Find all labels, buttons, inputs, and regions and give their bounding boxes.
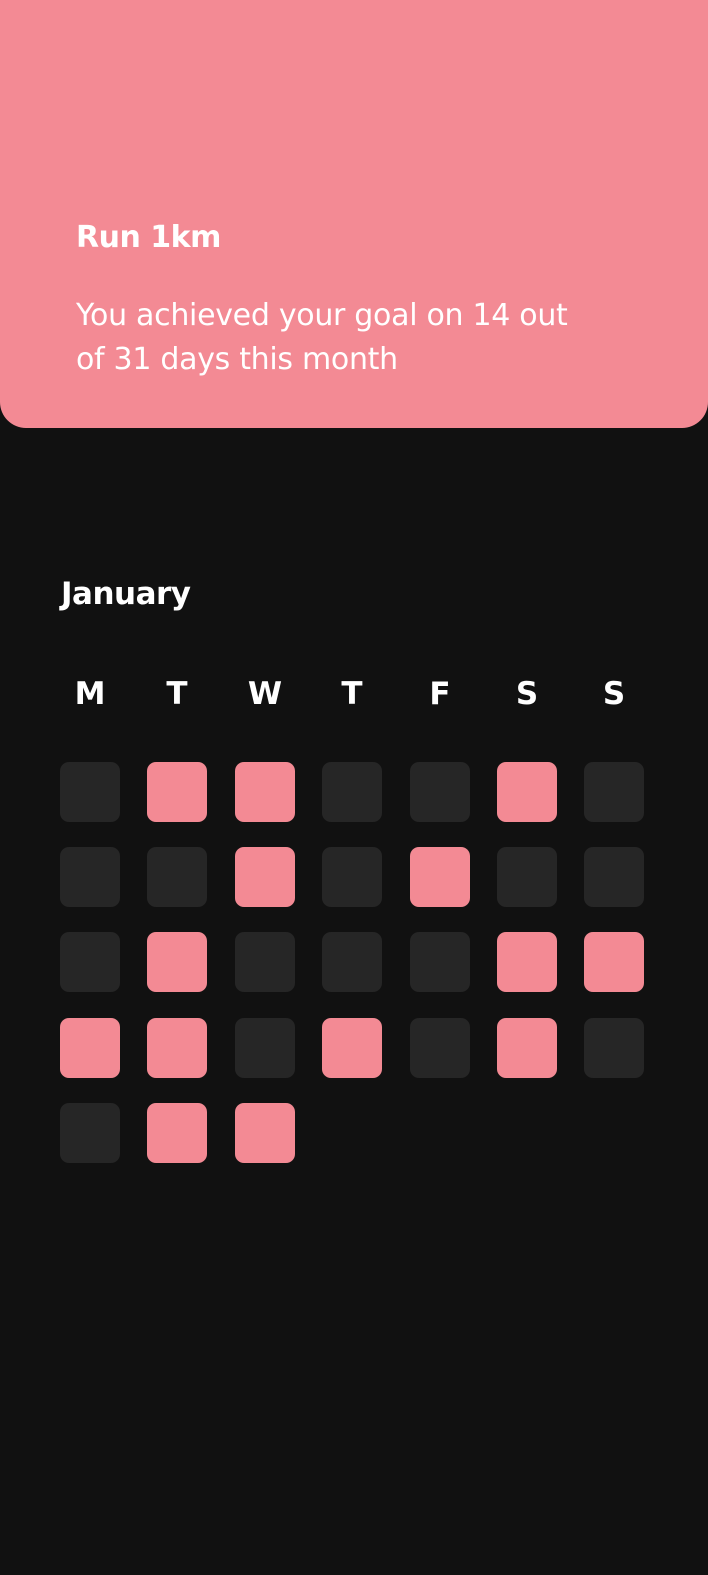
day-cell-25[interactable]: [322, 1018, 382, 1078]
weekday-thursday: T: [341, 676, 363, 712]
day-cell-9[interactable]: [147, 847, 207, 907]
day-cell-19[interactable]: [410, 932, 470, 992]
day-cell-16[interactable]: [147, 932, 207, 992]
habit-screen: Run 1km You achieved your goal on 14 out…: [0, 0, 708, 1575]
day-cell-13[interactable]: [497, 847, 557, 907]
day-cell-24[interactable]: [235, 1018, 295, 1078]
day-cell-29[interactable]: [60, 1103, 120, 1163]
day-cell-2[interactable]: [147, 762, 207, 822]
goal-title: Run 1km: [76, 220, 221, 255]
weekday-monday: M: [74, 676, 106, 712]
day-cell-1[interactable]: [60, 762, 120, 822]
day-cell-22[interactable]: [60, 1018, 120, 1078]
day-cell-21[interactable]: [584, 932, 644, 992]
day-cell-14[interactable]: [584, 847, 644, 907]
day-cell-20[interactable]: [497, 932, 557, 992]
day-cell-4[interactable]: [322, 762, 382, 822]
day-cell-27[interactable]: [497, 1018, 557, 1078]
day-cell-10[interactable]: [235, 847, 295, 907]
day-cell-18[interactable]: [322, 932, 382, 992]
day-cell-30[interactable]: [147, 1103, 207, 1163]
day-cell-3[interactable]: [235, 762, 295, 822]
weekday-wednesday: W: [247, 676, 283, 712]
day-cell-11[interactable]: [322, 847, 382, 907]
goal-card: Run 1km You achieved your goal on 14 out…: [0, 0, 708, 428]
weekday-tuesday: T: [166, 676, 188, 712]
day-cell-15[interactable]: [60, 932, 120, 992]
goal-summary: You achieved your goal on 14 out of 31 d…: [76, 298, 568, 377]
day-cell-12[interactable]: [410, 847, 470, 907]
day-cell-28[interactable]: [584, 1018, 644, 1078]
weekday-sunday: S: [602, 676, 626, 712]
day-cell-8[interactable]: [60, 847, 120, 907]
day-cell-7[interactable]: [584, 762, 644, 822]
day-cell-26[interactable]: [410, 1018, 470, 1078]
day-cell-5[interactable]: [410, 762, 470, 822]
day-cell-31[interactable]: [235, 1103, 295, 1163]
month-title: January: [61, 576, 191, 612]
day-cell-17[interactable]: [235, 932, 295, 992]
weekday-saturday: S: [515, 676, 539, 712]
day-cell-23[interactable]: [147, 1018, 207, 1078]
weekday-friday: F: [429, 676, 451, 712]
day-cell-6[interactable]: [497, 762, 557, 822]
